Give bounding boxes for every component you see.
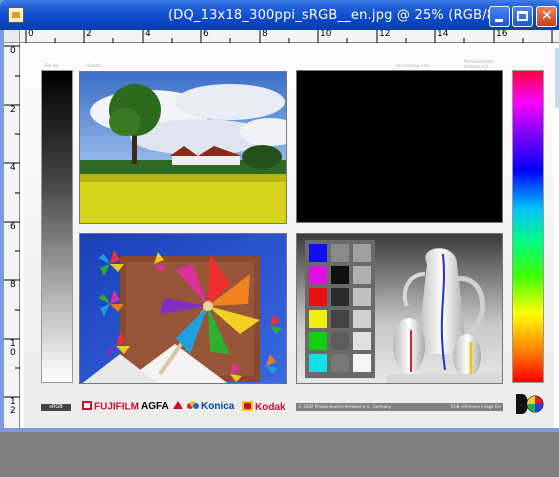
ruler-label: 6 bbox=[203, 30, 209, 39]
ruler-label: 8 bbox=[262, 30, 268, 39]
document-icon[interactable] bbox=[8, 7, 24, 23]
fujifilm-logo: FUJIFILM bbox=[82, 401, 139, 413]
ruler-label: 16 bbox=[496, 30, 508, 39]
maximize-button[interactable] bbox=[512, 6, 533, 27]
ruler-label: 2 bbox=[86, 30, 92, 39]
konica-icon bbox=[187, 401, 199, 412]
vertical-ruler-ticks bbox=[4, 45, 20, 398]
color-wedge bbox=[512, 70, 544, 383]
maximize-icon bbox=[517, 11, 528, 21]
wedge-label: 300 dpi bbox=[44, 63, 60, 68]
kodak-wordmark: Kodak bbox=[255, 402, 286, 414]
document-image[interactable]: 300 dpi Hinweis no creasing sizes Photoi… bbox=[24, 46, 554, 428]
still-life-photo bbox=[296, 233, 503, 384]
ruler-label: 10 bbox=[320, 30, 332, 39]
dq-logo-icon bbox=[516, 394, 544, 414]
ruler-label: 0 bbox=[10, 46, 16, 56]
ruler-label: 0 bbox=[28, 30, 34, 39]
konica-wordmark: Konica bbox=[201, 401, 235, 413]
kodak-logo: Kodak bbox=[242, 401, 286, 414]
kodak-icon bbox=[242, 401, 253, 414]
vertical-ruler[interactable]: 0 2 4 6 8 1 0 1 2 bbox=[4, 43, 20, 428]
top-right-small: no creasing sizes bbox=[396, 63, 431, 68]
ruler-origin[interactable] bbox=[4, 30, 20, 43]
close-icon: ✕ bbox=[541, 8, 553, 24]
minimize-button[interactable] bbox=[489, 6, 510, 27]
top-label: Hinweis bbox=[86, 63, 102, 68]
fujifilm-icon bbox=[82, 401, 92, 413]
still-life-illustration bbox=[297, 234, 502, 383]
close-button[interactable]: ✕ bbox=[536, 6, 557, 27]
landscape-photo bbox=[79, 71, 287, 224]
title-bar[interactable]: (DQ_13x18_300ppi_sRGB__en.jpg @ 25% (RGB… bbox=[0, 0, 559, 30]
konica-logo: Konica bbox=[187, 401, 234, 412]
ruler-label: 4 bbox=[10, 163, 16, 173]
black-test-field bbox=[296, 70, 503, 223]
pinwheel-illustration bbox=[80, 234, 286, 383]
minimize-icon bbox=[495, 19, 503, 22]
ruler-label: 1 0 bbox=[10, 339, 16, 358]
digital-quality-logo bbox=[514, 392, 544, 416]
footer-strip: © 2002 Photoindustrie-Verband e.V., Germ… bbox=[296, 403, 503, 411]
window-title: (DQ_13x18_300ppi_sRGB__en.jpg @ 25% (RGB… bbox=[168, 8, 496, 23]
agfa-icon bbox=[173, 401, 184, 412]
horizontal-ruler-ticks bbox=[25, 30, 553, 43]
pinwheel-photo bbox=[79, 233, 287, 384]
image-window: (DQ_13x18_300ppi_sRGB__en.jpg @ 25% (RGB… bbox=[0, 0, 559, 432]
fujifilm-wordmark: FUJIFILM bbox=[94, 401, 139, 413]
ruler-label: 12 bbox=[379, 30, 391, 39]
ruler-label: 14 bbox=[437, 30, 449, 39]
ruler-label: 1 2 bbox=[10, 397, 16, 416]
copyright-text: © 2002 Photoindustrie-Verband e.V., Germ… bbox=[298, 404, 391, 409]
ruler-label: 2 bbox=[10, 105, 16, 115]
association-label: Photoindustrie-Verband e.V. bbox=[464, 59, 495, 69]
srgb-badge: sRGB bbox=[41, 404, 71, 411]
ruler-label: 6 bbox=[10, 222, 16, 232]
canvas-area[interactable]: 0 2 4 6 8 10 12 14 16 0 2 4 6 8 1 0 1 2 … bbox=[4, 30, 559, 428]
gray-wedge bbox=[41, 70, 73, 383]
agfa-logo: AGFA bbox=[141, 401, 185, 412]
horizontal-ruler[interactable]: 0 2 4 6 8 10 12 14 16 bbox=[20, 30, 559, 43]
landscape-illustration bbox=[80, 72, 286, 223]
vertical-scrollbar[interactable] bbox=[555, 48, 559, 108]
file-description: RGB reference image file bbox=[450, 404, 501, 409]
ruler-label: 4 bbox=[145, 30, 151, 39]
ruler-label: 8 bbox=[10, 280, 16, 290]
agfa-wordmark: AGFA bbox=[141, 401, 169, 413]
